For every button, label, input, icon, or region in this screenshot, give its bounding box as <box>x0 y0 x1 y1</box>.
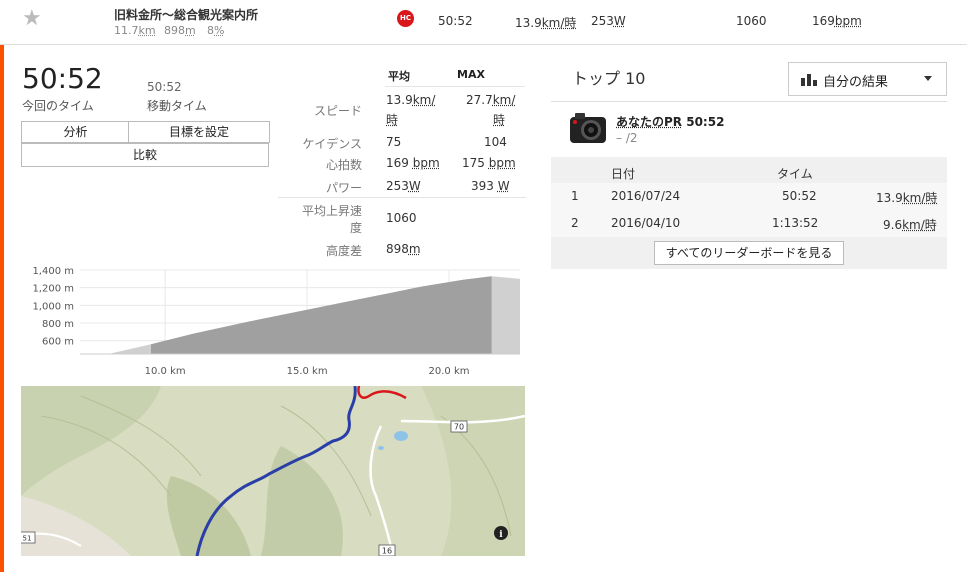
cadence-max: 104 <box>484 135 507 149</box>
segment-elevation: 898m <box>164 24 196 37</box>
x-tick-label: 15.0 km <box>287 366 328 377</box>
moving-time: 50:52 <box>147 80 182 94</box>
cadence-avg: 75 <box>386 135 402 149</box>
camera-avatar-icon <box>570 113 606 143</box>
heart-rate-avg: 169 bpm <box>386 156 440 170</box>
pr-line: あなたのPR 50:52 <box>616 115 725 129</box>
vam-label-cont: 度 <box>349 221 362 235</box>
results-filter-dropdown[interactable]: 自分の結果 <box>788 62 947 96</box>
speed-avg-unit: 時 <box>386 113 399 127</box>
speed-max-unit: 時 <box>493 113 506 127</box>
moving-time-label: 移動タイム <box>147 99 207 113</box>
selected-indicator-bar <box>0 45 4 572</box>
map-canvas[interactable]: 70 16 51 i <box>21 386 525 556</box>
road-label-70: 70 <box>454 423 464 432</box>
info-icon[interactable]: i <box>494 526 508 540</box>
y-tick-label: 800 m <box>42 319 74 330</box>
results-filter-label: 自分の結果 <box>823 75 889 90</box>
segment-grade: 8% <box>207 24 225 37</box>
personal-record-box <box>551 101 947 156</box>
y-tick-label: 1,400 m <box>32 266 74 277</box>
bar-chart-icon <box>801 74 817 86</box>
segment-power: 253W <box>591 14 626 28</box>
row-time: 50:52 <box>782 189 817 203</box>
date-column-header: 日付 <box>611 167 636 181</box>
segment-vam: 1060 <box>736 14 767 28</box>
star-icon[interactable]: ★ <box>22 6 42 31</box>
segment-time: 50:52 <box>438 14 473 28</box>
vam-value: 1060 <box>386 211 417 225</box>
elevation-profile-chart[interactable]: 1,400 m 1,200 m 1,000 m 800 m 600 m 10.0 km 15… <box>20 262 525 380</box>
row-time: 1:13:52 <box>772 216 819 230</box>
row-rank: 2 <box>571 216 579 230</box>
pr-rank: – /2 <box>616 131 638 145</box>
power-max: 393 W <box>471 179 510 193</box>
heart-rate-label: 心拍数 <box>325 158 362 172</box>
stats-avg-header: 平均 <box>388 70 410 83</box>
x-tick-label: 10.0 km <box>145 366 186 377</box>
top10-title: トップ 10 <box>572 69 646 88</box>
hc-category-badge: HC <box>397 10 414 27</box>
cadence-label: ケイデンス <box>302 137 362 151</box>
road-label-16: 16 <box>382 547 392 556</box>
y-tick-label: 600 m <box>42 337 74 348</box>
speed-label: スピード <box>313 104 362 118</box>
vam-label: 平均上昇速 <box>301 204 362 218</box>
view-all-leaderboard-button[interactable]: すべてのリーダーボードを見る <box>654 241 844 265</box>
speed-avg: 13.9km/ <box>386 93 436 107</box>
segment-name[interactable]: 旧料金所～総合観光案内所 <box>114 6 258 23</box>
road-label-51: 51 <box>23 535 32 543</box>
set-goal-button[interactable]: 目標を設定 <box>128 121 270 143</box>
row-rank: 1 <box>571 189 579 203</box>
row-date: 2016/04/10 <box>611 216 681 230</box>
row-speed: 9.6km/時 <box>883 218 937 232</box>
segment-heart-rate: 169bpm <box>812 14 862 28</box>
elapsed-time-label: 今回のタイム <box>22 99 94 113</box>
x-tick-label: 20.0 km <box>429 366 470 377</box>
stats-divider <box>278 197 526 198</box>
heart-rate-max: 175 bpm <box>462 156 516 170</box>
time-column-header: タイム <box>777 167 813 181</box>
power-label: パワー <box>325 181 362 195</box>
segment-speed: 13.9km/時 <box>515 16 577 30</box>
svg-text:i: i <box>499 530 503 540</box>
row-speed: 13.9km/時 <box>876 191 938 205</box>
elevation-gain-label: 高度差 <box>325 244 362 258</box>
row-date: 2016/07/24 <box>611 189 681 203</box>
power-avg: 253W <box>386 179 421 193</box>
elevation-gain-value: 898m <box>386 242 421 256</box>
analysis-button[interactable]: 分析 <box>21 121 129 143</box>
elapsed-time: 50:52 <box>22 62 103 95</box>
speed-max: 27.7km/ <box>466 93 516 107</box>
segment-map[interactable]: 70 16 51 i <box>21 386 525 556</box>
y-tick-label: 1,200 m <box>32 284 74 295</box>
y-tick-label: 1,000 m <box>32 301 74 312</box>
compare-button[interactable]: 比較 <box>21 143 269 167</box>
caret-down-icon <box>924 76 932 81</box>
stats-max-header: MAX <box>457 68 485 81</box>
stats-divider <box>385 86 525 87</box>
segment-distance: 11.7km <box>114 24 156 37</box>
